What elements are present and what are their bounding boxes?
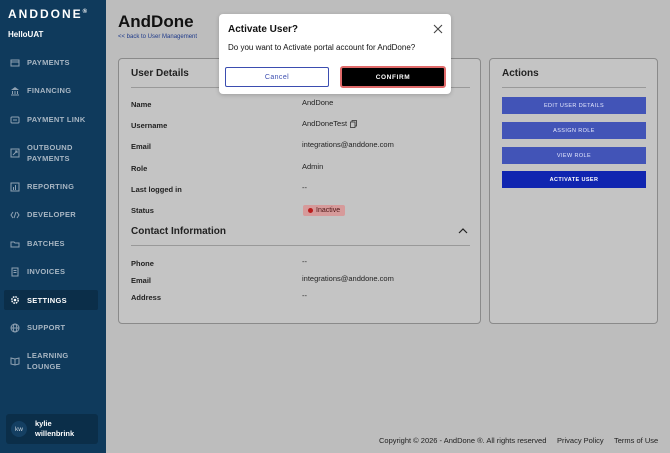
sidebar-item-settings[interactable]: SETTINGS — [4, 290, 98, 310]
sidebar-item-reporting[interactable]: REPORTING — [4, 181, 98, 192]
user-first-name: kylie — [35, 419, 52, 428]
activate-user-button[interactable]: ACTIVATE USER — [502, 171, 646, 188]
status-badge: Inactive — [303, 205, 346, 216]
chevron-up-icon[interactable] — [458, 227, 468, 235]
page-title: AndDone — [118, 12, 194, 31]
org-name: HelloUAT — [8, 30, 44, 39]
field-value-phone: -- — [302, 257, 307, 266]
label-line-1: LEARNING — [27, 351, 69, 360]
field-label-address: Address — [131, 293, 162, 302]
field-value-username: AndDoneTest — [302, 119, 357, 128]
anddone-logo[interactable]: ANDDONE® — [8, 7, 87, 21]
privacy-policy-link[interactable]: Privacy Policy — [557, 436, 604, 445]
user-last-name: willenbrink — [35, 429, 75, 438]
label-line-2: LOUNGE — [27, 362, 61, 371]
sidebar-item-label: OUTBOUND PAYMENTS — [27, 142, 73, 164]
field-value-address: -- — [302, 291, 307, 300]
terms-of-use-link[interactable]: Terms of Use — [614, 436, 658, 445]
sidebar-item-label: BATCHES — [27, 239, 65, 248]
sidebar-item-label: FINANCING — [27, 86, 72, 95]
sidebar-item-label: LEARNING LOUNGE — [27, 350, 69, 372]
outbound-icon — [10, 148, 20, 158]
field-label-status: Status — [131, 206, 154, 215]
sidebar-item-label: INVOICES — [27, 267, 66, 276]
username-text: AndDoneTest — [302, 119, 348, 128]
actions-heading: Actions — [502, 68, 539, 79]
field-label-name: Name — [131, 100, 152, 109]
field-value-name: AndDone — [302, 98, 334, 107]
copy-icon[interactable] — [350, 119, 357, 128]
cancel-button[interactable]: Cancel — [225, 67, 329, 87]
back-to-user-management-link[interactable]: << back to User Management — [118, 34, 197, 40]
close-icon[interactable] — [433, 24, 443, 34]
field-label-contact-email: Email — [131, 276, 152, 285]
dialog-message: Do you want to Activate portal account f… — [228, 43, 416, 52]
field-label-role: Role — [131, 164, 148, 173]
sidebar-item-label: PAYMENT LINK — [27, 115, 86, 124]
link-icon — [10, 115, 20, 125]
sidebar-item-support[interactable]: SUPPORT — [4, 322, 98, 333]
sidebar-item-batches[interactable]: BATCHES — [4, 238, 98, 249]
sidebar-item-label: PAYMENTS — [27, 58, 70, 67]
logo-text: ANDDONE — [8, 7, 83, 21]
folder-icon — [10, 239, 20, 249]
field-value-contact-email: integrations@anddone.com — [302, 274, 394, 283]
label-line-2: PAYMENTS — [27, 154, 70, 163]
sidebar-item-outbound-payments[interactable]: OUTBOUND PAYMENTS — [4, 142, 98, 164]
field-label-email: Email — [131, 142, 152, 151]
activate-user-dialog: Activate User? Do you want to Activate p… — [219, 14, 451, 94]
gear-icon — [10, 295, 20, 305]
confirm-button[interactable]: CONFIRM — [340, 66, 446, 88]
field-value-last-logged-in: -- — [302, 183, 307, 192]
dialog-title: Activate User? — [228, 24, 299, 35]
bank-icon — [10, 86, 20, 96]
user-profile-card[interactable]: kw kylie willenbrink — [6, 414, 98, 444]
sidebar-item-payment-link[interactable]: PAYMENT LINK — [4, 114, 98, 125]
sidebar-item-invoices[interactable]: INVOICES — [4, 266, 98, 277]
field-value-role: Admin — [302, 162, 324, 171]
field-label-last-logged-in: Last logged in — [131, 185, 182, 194]
sidebar-item-label: REPORTING — [27, 182, 75, 191]
sidebar-item-learning-lounge[interactable]: LEARNING LOUNGE — [4, 350, 98, 372]
logo-mark: ® — [82, 9, 88, 15]
footer-copyright: Copyright © 2026 - AndDone ®. All rights… — [379, 436, 547, 445]
sidebar-item-financing[interactable]: FINANCING — [4, 85, 98, 96]
code-icon — [10, 210, 20, 220]
status-text: Inactive — [316, 207, 341, 214]
payments-icon — [10, 58, 20, 68]
user-details-card: User Details Name AndDone Username AndDo… — [118, 58, 481, 324]
view-role-button[interactable]: VIEW ROLE — [502, 147, 646, 164]
edit-user-details-button[interactable]: EDIT USER DETAILS — [502, 97, 646, 114]
report-icon — [10, 182, 20, 192]
sidebar-item-developer[interactable]: DEVELOPER — [4, 209, 98, 220]
user-details-heading: User Details — [131, 68, 189, 79]
sidebar-item-label: DEVELOPER — [27, 210, 76, 219]
field-label-phone: Phone — [131, 259, 154, 268]
globe-icon — [10, 323, 20, 333]
contact-information-heading: Contact Information — [131, 226, 226, 237]
sidebar-item-payments[interactable]: PAYMENTS — [4, 57, 98, 68]
sidebar: ANDDONE® HelloUAT PAYMENTS FINANCING PAY… — [0, 0, 106, 453]
assign-role-button[interactable]: ASSIGN ROLE — [502, 122, 646, 139]
user-name: kylie willenbrink — [35, 419, 74, 439]
status-dot-icon — [308, 208, 313, 213]
book-icon — [10, 356, 20, 366]
invoice-icon — [10, 267, 20, 277]
field-label-username: Username — [131, 121, 168, 130]
sidebar-item-label: SUPPORT — [27, 323, 66, 332]
actions-card: Actions EDIT USER DETAILS ASSIGN ROLE VI… — [489, 58, 658, 324]
sidebar-item-label: SETTINGS — [27, 295, 67, 305]
label-line-1: OUTBOUND — [27, 143, 73, 152]
avatar: kw — [11, 421, 27, 437]
divider — [131, 245, 470, 246]
divider — [502, 87, 646, 88]
field-value-email: integrations@anddone.com — [302, 140, 394, 149]
